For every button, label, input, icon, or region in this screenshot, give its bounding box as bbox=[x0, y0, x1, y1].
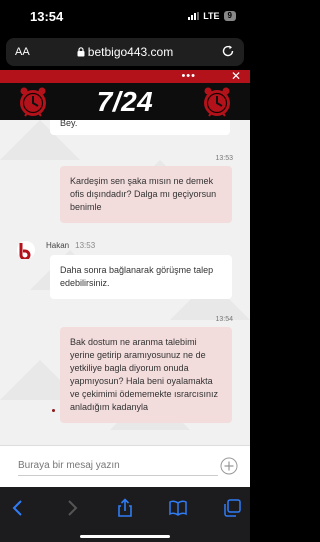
message-text: Daha sonra bağlanarak görüşme talep edeb… bbox=[60, 265, 214, 288]
clock-icon bbox=[200, 85, 234, 119]
outgoing-message: Bak dostum ne aranma talebimi yerine get… bbox=[60, 327, 232, 423]
message-text: Kardeşim sen şaka mısın ne demek ofis dı… bbox=[70, 176, 217, 212]
url-text: betbigo443.com bbox=[87, 45, 174, 59]
url-text-wrap: betbigo443.com bbox=[6, 45, 244, 60]
status-indicators: LTE 9 bbox=[188, 11, 236, 21]
add-icon[interactable] bbox=[220, 457, 238, 475]
sender-line: Hakan 13:53 bbox=[46, 241, 95, 250]
browser-toolbar bbox=[0, 487, 250, 542]
message-input[interactable] bbox=[18, 456, 218, 476]
outgoing-message: Kardeşim sen şaka mısın ne demek ofis dı… bbox=[60, 166, 232, 223]
lock-icon bbox=[77, 46, 85, 60]
status-bar: 13:54 LTE 9 bbox=[0, 0, 250, 34]
composer bbox=[0, 445, 250, 487]
avatar-logo-icon bbox=[17, 241, 35, 261]
forward-icon[interactable] bbox=[62, 498, 82, 518]
sender-name: Hakan bbox=[46, 241, 70, 250]
menu-button[interactable]: ••• bbox=[181, 70, 196, 82]
share-icon[interactable] bbox=[115, 498, 135, 518]
chat-area[interactable]: Bey. 13:53 Kardeşim sen şaka mısın ne de… bbox=[0, 120, 250, 445]
reload-icon[interactable] bbox=[221, 44, 235, 63]
sender-time: 13:53 bbox=[75, 241, 96, 250]
network-label: LTE bbox=[203, 11, 220, 21]
signal-icon bbox=[188, 12, 200, 20]
close-button[interactable]: ✕ bbox=[231, 70, 241, 83]
header-stripe bbox=[0, 70, 250, 83]
message-text: Bak dostum ne aranma talebimi yerine get… bbox=[70, 337, 219, 412]
status-time: 13:54 bbox=[30, 9, 64, 24]
tabs-icon[interactable] bbox=[222, 498, 242, 518]
back-icon[interactable] bbox=[8, 498, 28, 518]
partial-message-bubble: Bey. bbox=[50, 120, 230, 135]
partial-message-text: Bey. bbox=[60, 120, 78, 128]
home-indicator bbox=[80, 535, 170, 538]
message-time: 13:53 bbox=[215, 155, 233, 162]
message-time: 13:54 bbox=[215, 316, 233, 323]
address-bar: AA betbigo443.com bbox=[0, 34, 250, 70]
delivery-dot bbox=[52, 409, 55, 412]
url-field[interactable]: AA betbigo443.com bbox=[6, 38, 244, 66]
battery-icon: 9 bbox=[223, 11, 236, 21]
site-header: ••• ✕ 7/24 bbox=[0, 70, 250, 120]
incoming-message: Daha sonra bağlanarak görüşme talep edeb… bbox=[50, 255, 232, 299]
bookmarks-icon[interactable] bbox=[168, 498, 188, 518]
